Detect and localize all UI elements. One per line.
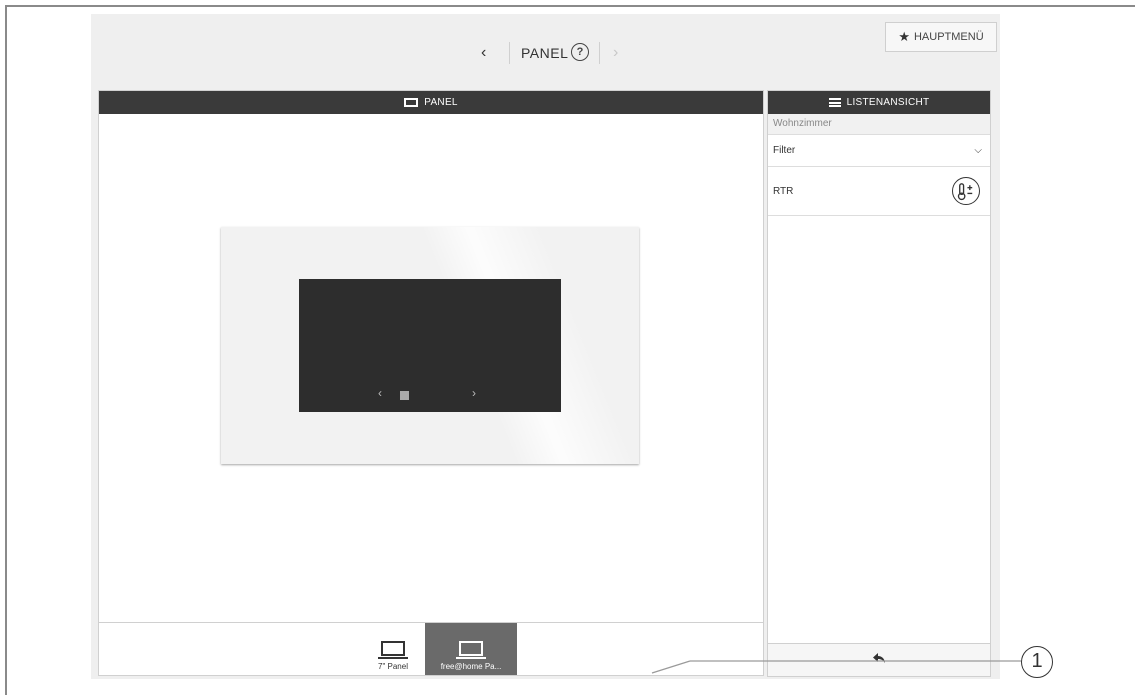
callout-number: 1 xyxy=(1021,646,1053,678)
callout-leader-line xyxy=(651,660,1021,674)
